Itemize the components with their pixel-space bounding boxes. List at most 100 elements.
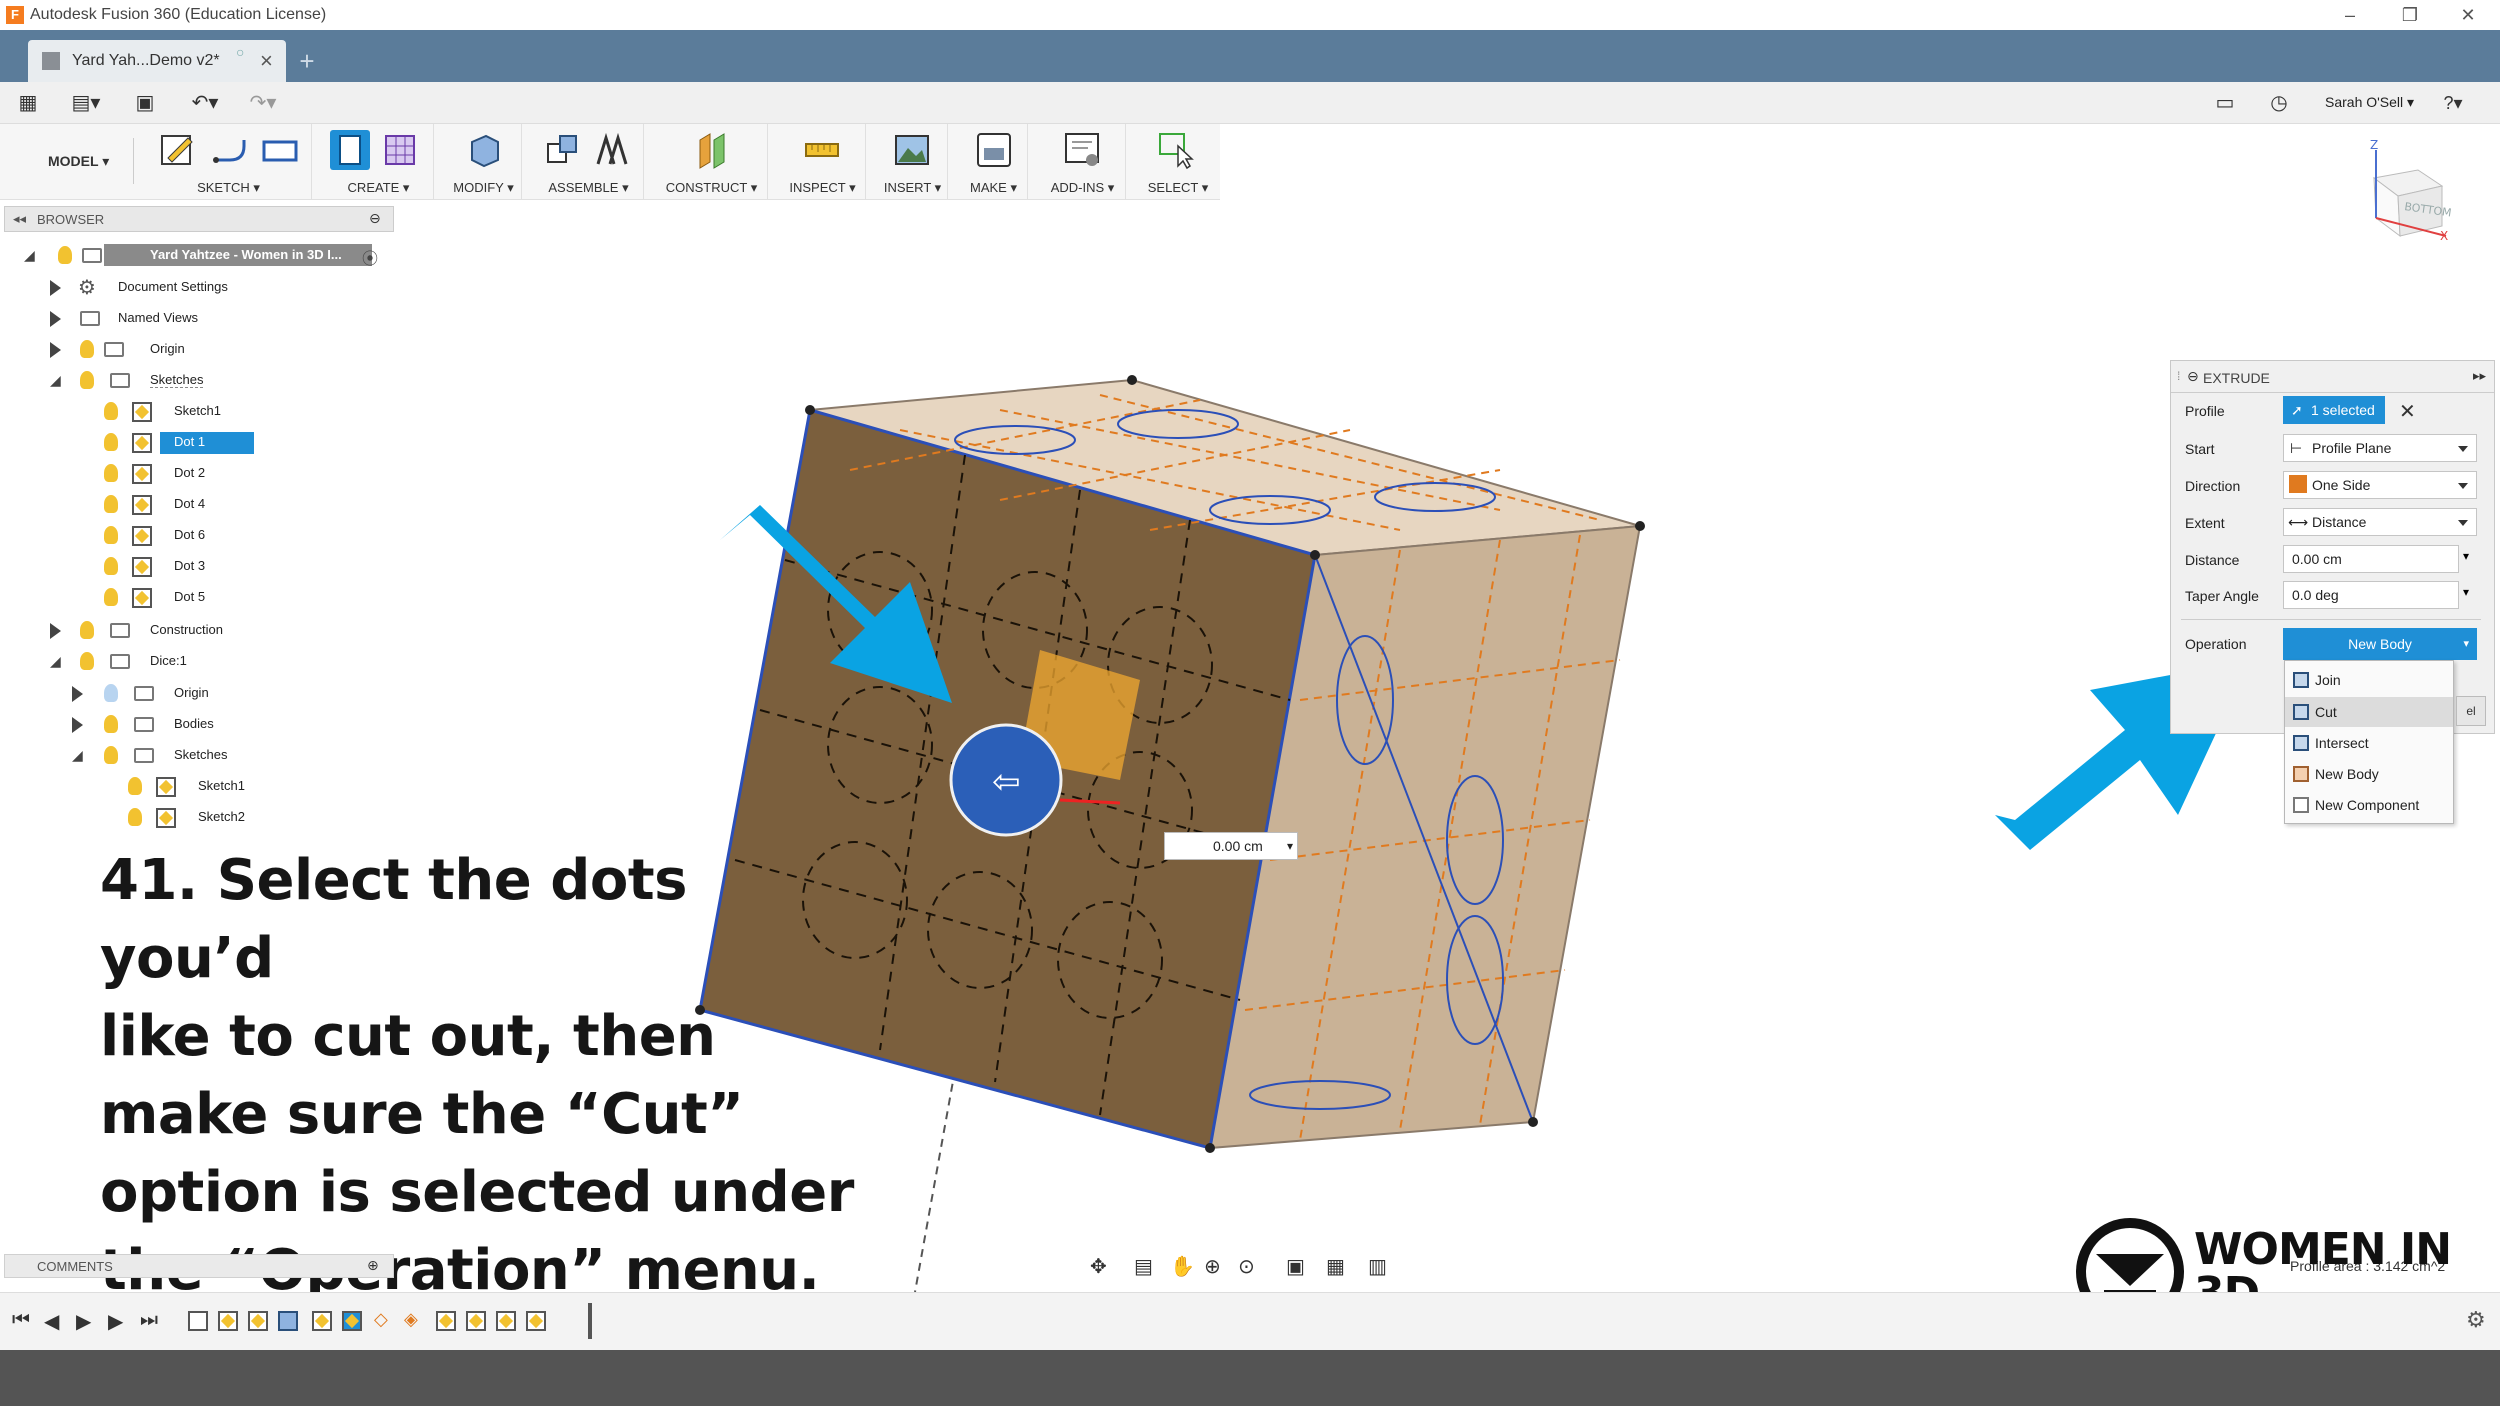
expand-icon[interactable] <box>50 311 61 327</box>
redo-icon[interactable]: ↷▾ <box>240 90 286 116</box>
visibility-bulb-icon[interactable] <box>128 808 142 826</box>
extent-dropdown[interactable]: ⟷ Distance <box>2283 508 2477 536</box>
timeline-sketch-selected-icon[interactable] <box>342 1311 362 1331</box>
timeline-sketch-icon[interactable] <box>436 1311 456 1331</box>
expand-root-icon[interactable]: ◢ <box>24 247 35 264</box>
data-panel-grid-icon[interactable]: ▦ <box>14 90 42 116</box>
operation-dropdown[interactable]: New Body ▾ <box>2283 628 2477 660</box>
visibility-bulb-icon[interactable] <box>104 526 118 544</box>
extrude-manipulator-arrow-icon[interactable]: ⇦ <box>992 762 1021 802</box>
timeline-sketch-icon[interactable] <box>526 1311 546 1331</box>
visibility-bulb-icon[interactable] <box>104 402 118 420</box>
tree-origin[interactable]: Origin <box>50 336 350 364</box>
operation-option-new-body[interactable]: New Body <box>2285 759 2453 789</box>
undo-icon[interactable]: ↶▾ <box>182 90 228 116</box>
tree-named-views[interactable]: Named Views <box>50 305 350 333</box>
tree-sketches[interactable]: ◢ Sketches <box>50 367 350 395</box>
timeline-component-icon[interactable] <box>188 1311 208 1331</box>
inspect-group[interactable]: INSPECT ▾ <box>780 124 866 200</box>
modify-group[interactable]: MODIFY ▾ <box>446 124 522 200</box>
tree-sketch1[interactable]: Sketch1 <box>100 398 350 426</box>
collapse-panel-icon[interactable]: ◂◂ <box>13 211 26 227</box>
tree-dice-bodies[interactable]: Bodies <box>72 711 372 739</box>
select-group[interactable]: SELECT ▾ <box>1138 124 1218 200</box>
create-group[interactable]: CREATE ▾ <box>324 124 434 200</box>
visibility-bulb-icon[interactable] <box>128 777 142 795</box>
insert-group[interactable]: INSERT ▾ <box>878 124 948 200</box>
tree-dot-6[interactable]: Dot 6 <box>100 522 350 550</box>
collapse-dialog-icon[interactable]: ⊖ <box>2187 368 2199 385</box>
collapse-icon[interactable]: ◢ <box>72 747 83 764</box>
workspace-switcher[interactable]: MODEL ▾ <box>14 138 134 184</box>
browser-root-row[interactable]: ◢ Yard Yahtzee - Women in 3D I... ⦿ <box>24 242 394 270</box>
timeline-sketch-icon[interactable] <box>312 1311 332 1331</box>
distance-options-icon[interactable]: ▾ <box>2463 549 2469 563</box>
visibility-bulb-icon[interactable] <box>104 684 118 702</box>
timeline-sketch-icon[interactable] <box>466 1311 486 1331</box>
expand-icon[interactable] <box>50 623 61 639</box>
file-menu-icon[interactable]: ▤▾ <box>66 90 106 116</box>
timeline-sketch-icon[interactable] <box>248 1311 268 1331</box>
timeline-fillet-icon[interactable]: ◇ <box>374 1309 388 1330</box>
document-tab[interactable]: Yard Yah...Demo v2* ○ × <box>28 40 286 82</box>
orbit-icon[interactable]: ✥ <box>1090 1254 1107 1279</box>
visibility-bulb-icon[interactable] <box>80 340 94 358</box>
visibility-bulb-icon[interactable] <box>104 588 118 606</box>
timeline-marker[interactable] <box>588 1303 592 1339</box>
distance-field[interactable]: 0.00 cm <box>2283 545 2459 573</box>
distance-input-box[interactable]: 0.00 cm ▾ <box>1164 832 1298 860</box>
expand-dialog-icon[interactable]: ▸▸ <box>2473 368 2486 384</box>
comments-panel[interactable]: COMMENTS ⊕ <box>4 1254 394 1278</box>
direction-dropdown[interactable]: One Side <box>2283 471 2477 499</box>
user-account-menu[interactable]: Sarah O'Sell ▾ <box>2325 94 2414 111</box>
visibility-bulb-icon[interactable] <box>80 371 94 389</box>
sketch-group[interactable]: SKETCH ▾ <box>146 124 312 200</box>
pan-hand-icon[interactable]: ✋ <box>1170 1254 1195 1279</box>
cancel-button-partial[interactable]: el <box>2456 696 2486 726</box>
expand-icon[interactable] <box>72 717 83 733</box>
timeline-settings-gear-icon[interactable]: ⚙ <box>2466 1307 2486 1333</box>
profile-selection[interactable]: ➚ 1 selected <box>2283 396 2385 424</box>
operation-option-intersect[interactable]: Intersect <box>2285 728 2453 758</box>
distance-dropdown-icon[interactable]: ▾ <box>1287 833 1293 859</box>
expand-icon[interactable] <box>50 280 61 296</box>
operation-option-new-component[interactable]: New Component <box>2285 790 2453 820</box>
zoom-icon[interactable]: ⊕ <box>1204 1254 1221 1279</box>
visibility-bulb-icon[interactable] <box>104 746 118 764</box>
visibility-bulb-icon[interactable] <box>58 246 72 264</box>
visibility-bulb-icon[interactable] <box>80 652 94 670</box>
tree-dice-component[interactable]: ◢ Dice:1 <box>50 648 350 676</box>
construct-group[interactable]: CONSTRUCT ▾ <box>656 124 768 200</box>
restore-button[interactable]: ❐ <box>2390 2 2430 28</box>
operation-option-cut[interactable]: Cut <box>2285 697 2453 727</box>
extrude-dialog-header[interactable]: ⁞ ⊖ EXTRUDE ▸▸ <box>2171 361 2494 393</box>
visibility-bulb-icon[interactable] <box>104 433 118 451</box>
assemble-group[interactable]: ASSEMBLE ▾ <box>534 124 644 200</box>
tree-dice-sketch2[interactable]: Sketch2 <box>124 804 374 832</box>
look-at-icon[interactable]: ▤ <box>1134 1254 1153 1279</box>
step-back-icon[interactable]: ◀ <box>44 1309 59 1334</box>
start-dropdown[interactable]: ⊢ Profile Plane <box>2283 434 2477 462</box>
expand-icon[interactable] <box>50 342 61 358</box>
activate-component-icon[interactable]: ⦿ <box>362 245 378 269</box>
step-forward-icon[interactable]: ▶ <box>108 1309 123 1334</box>
close-window-button[interactable]: ✕ <box>2448 2 2488 28</box>
tree-dice-origin[interactable]: Origin <box>72 680 372 708</box>
timeline-chamfer-icon[interactable]: ◈ <box>404 1309 418 1330</box>
tree-dot-1[interactable]: Dot 1 <box>100 429 350 457</box>
timeline-features[interactable]: ◇ ◈ <box>188 1303 598 1339</box>
collapse-icon[interactable]: ◢ <box>50 653 61 670</box>
timeline-sketch-icon[interactable] <box>218 1311 238 1331</box>
job-status-clock-icon[interactable]: ◷ <box>2264 90 2294 116</box>
play-icon[interactable]: ▶ <box>76 1309 91 1334</box>
visibility-bulb-icon[interactable] <box>104 495 118 513</box>
expand-icon[interactable] <box>72 686 83 702</box>
tree-dot-3[interactable]: Dot 3 <box>100 553 350 581</box>
clear-selection-icon[interactable]: ✕ <box>2399 399 2416 424</box>
visibility-bulb-icon[interactable] <box>80 621 94 639</box>
viewcube[interactable]: BOTTOM Z X <box>2362 140 2452 240</box>
drag-handle-icon[interactable]: ⁞ <box>2177 369 2180 383</box>
help-icon[interactable]: ?▾ <box>2428 90 2478 116</box>
visibility-bulb-icon[interactable] <box>104 464 118 482</box>
visibility-bulb-icon[interactable] <box>104 715 118 733</box>
